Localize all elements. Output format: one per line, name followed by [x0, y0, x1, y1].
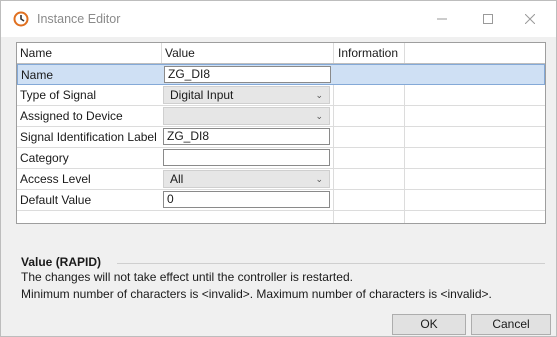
column-header-value[interactable]: Value	[165, 43, 332, 63]
table-row[interactable]: Assigned to Device ⌄	[17, 106, 545, 127]
chevron-down-icon: ⌄	[315, 174, 323, 184]
instance-editor-window: Instance Editor Name Value Information N…	[0, 0, 557, 337]
signal-identification-label-field[interactable]: ZG_DI8	[163, 128, 330, 145]
dropdown-value: All	[170, 172, 184, 186]
type-of-signal-dropdown[interactable]: Digital Input ⌄	[163, 86, 330, 104]
table-row[interactable]: Type of Signal Digital Input ⌄	[17, 85, 545, 106]
table-row[interactable]: Category	[17, 148, 545, 169]
description-divider	[117, 263, 545, 264]
chevron-down-icon: ⌄	[315, 90, 323, 100]
description-text: Minimum number of characters is <invalid…	[21, 287, 492, 301]
row-label: Signal Identification Label	[20, 130, 157, 144]
title-bar: Instance Editor	[1, 1, 556, 37]
default-value-field[interactable]: 0	[163, 191, 330, 208]
description-title: Value (RAPID)	[21, 255, 102, 269]
minimize-button[interactable]	[419, 1, 465, 37]
cancel-button[interactable]: Cancel	[471, 314, 551, 335]
row-label: Category	[20, 151, 69, 165]
window-title: Instance Editor	[37, 12, 121, 26]
row-label: Type of Signal	[20, 88, 97, 102]
maximize-button[interactable]	[465, 1, 511, 37]
table-row[interactable]: Signal Identification Label ZG_DI8	[17, 127, 545, 148]
row-label: Default Value	[20, 193, 92, 207]
access-level-dropdown[interactable]: All ⌄	[163, 170, 330, 188]
abb-app-icon	[13, 11, 29, 27]
table-row[interactable]: Name ZG_DI8	[17, 64, 545, 85]
dropdown-value: Digital Input	[170, 88, 234, 102]
close-button[interactable]	[507, 1, 553, 37]
table-row[interactable]: Default Value 0	[17, 190, 545, 211]
ok-button[interactable]: OK	[392, 314, 466, 335]
minimize-icon	[437, 18, 447, 20]
row-label: Access Level	[20, 172, 91, 186]
name-field[interactable]: ZG_DI8	[164, 66, 331, 83]
column-header-information[interactable]: Information	[338, 43, 406, 63]
table-row[interactable]: Access Level All ⌄	[17, 169, 545, 190]
maximize-icon	[483, 14, 493, 24]
category-field[interactable]	[163, 149, 330, 166]
property-grid: Name Value Information Name ZG_DI8 Type …	[16, 42, 546, 224]
row-label: Name	[21, 68, 54, 82]
grid-header-row: Name Value Information	[17, 43, 545, 64]
column-header-name[interactable]: Name	[20, 43, 162, 63]
close-icon	[525, 14, 535, 24]
chevron-down-icon: ⌄	[315, 111, 323, 121]
assigned-to-device-dropdown[interactable]: ⌄	[163, 107, 330, 125]
description-panel: Value (RAPID) The changes will not take …	[17, 225, 545, 309]
row-label: Assigned to Device	[20, 109, 123, 123]
description-text: The changes will not take effect until t…	[21, 270, 353, 284]
